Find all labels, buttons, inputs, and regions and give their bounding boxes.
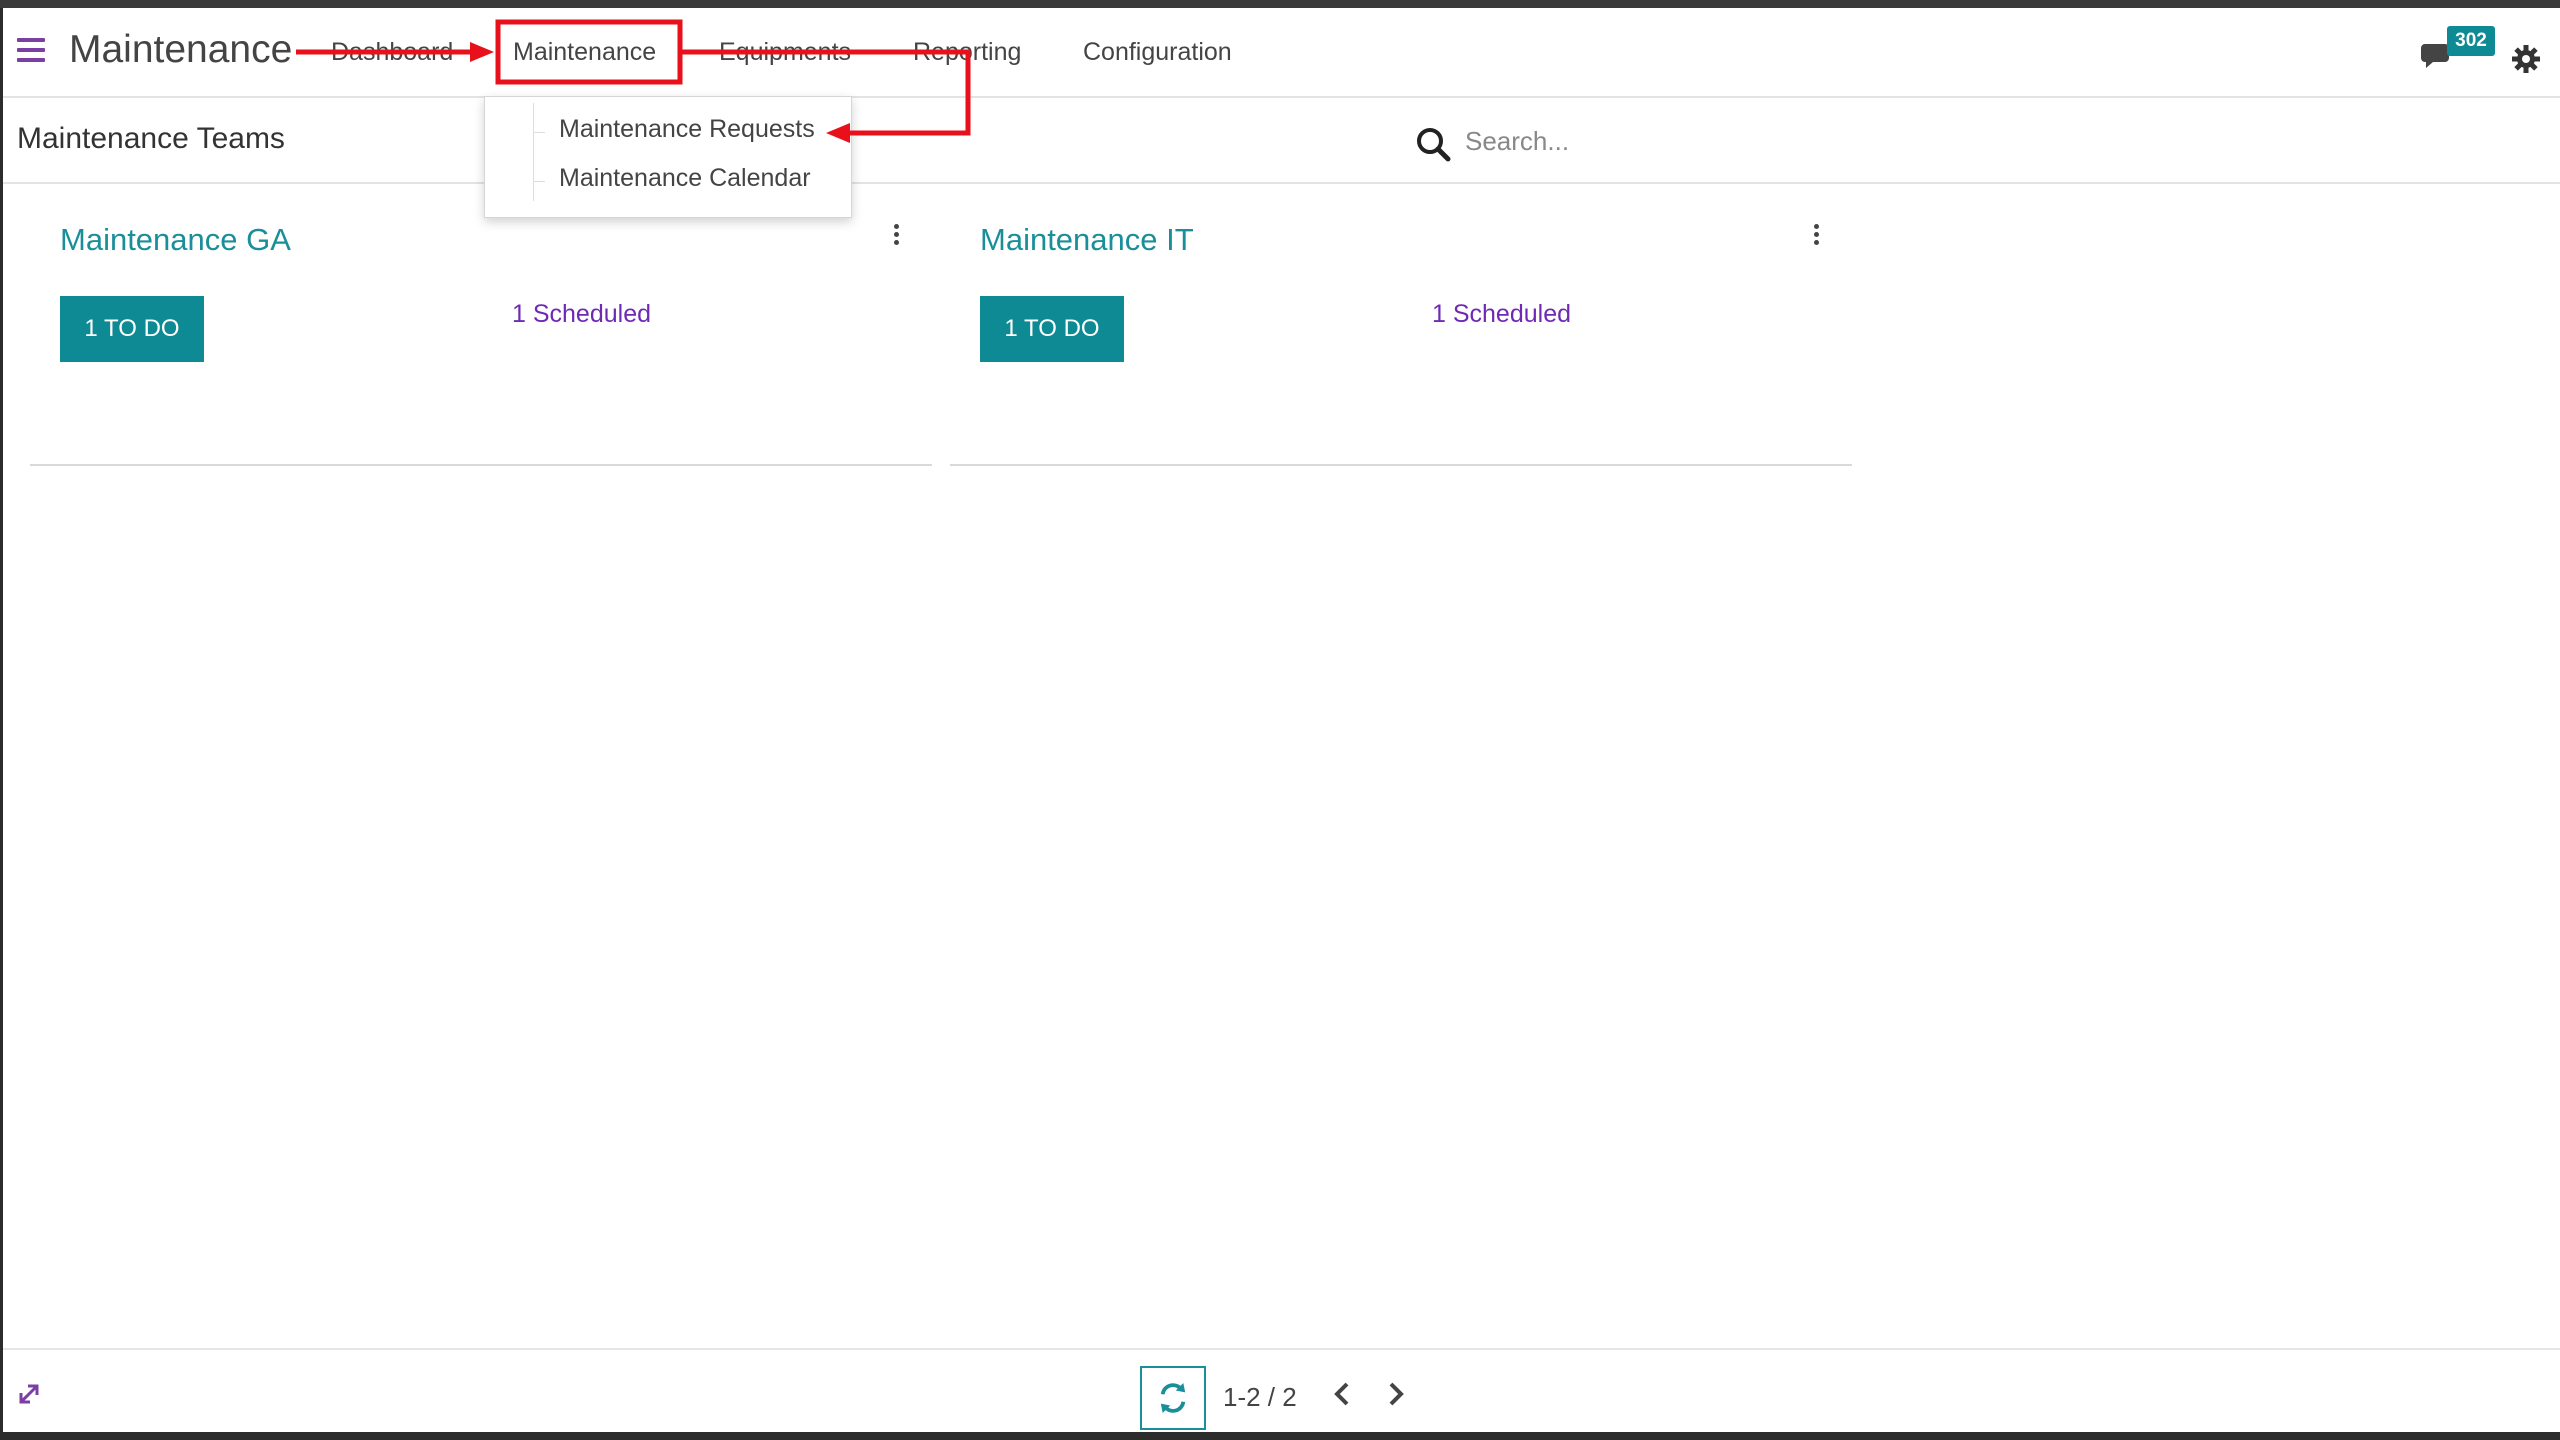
menu-item-maintenance-requests[interactable]: Maintenance Requests <box>559 115 815 144</box>
nav-equipments[interactable]: Equipments <box>719 38 851 67</box>
nav-configuration[interactable]: Configuration <box>1083 38 1232 67</box>
gear-icon[interactable] <box>2511 44 2541 74</box>
main-navbar: Maintenance Dashboard Maintenance Equipm… <box>3 8 2560 98</box>
footer-bar: 1-2 / 2 <box>3 1348 2560 1432</box>
window-top-edge <box>0 0 2560 8</box>
kebab-menu-icon[interactable] <box>888 224 904 250</box>
team-card-maintenance-it: Maintenance IT 1 TO DO 1 Scheduled <box>950 200 1852 466</box>
window-left-edge <box>0 8 3 1432</box>
team-card-maintenance-ga: Maintenance GA 1 TO DO 1 Scheduled <box>30 200 932 466</box>
chevron-left-icon[interactable] <box>1331 1380 1355 1408</box>
scheduled-link[interactable]: 1 Scheduled <box>512 300 651 329</box>
menu-item-maintenance-calendar[interactable]: Maintenance Calendar <box>559 164 811 193</box>
breadcrumb: Maintenance Teams <box>17 122 285 155</box>
messages-badge: 302 <box>2447 26 2495 56</box>
search-icon[interactable] <box>1415 126 1451 162</box>
nav-dashboard[interactable]: Dashboard <box>331 38 453 67</box>
team-name[interactable]: Maintenance GA <box>60 222 291 258</box>
hamburger-icon[interactable] <box>17 38 45 62</box>
refresh-icon <box>1160 1383 1186 1413</box>
nav-reporting[interactable]: Reporting <box>913 38 1021 67</box>
window-bottom-edge <box>0 1432 2560 1440</box>
expand-icon[interactable] <box>15 1380 43 1408</box>
refresh-button[interactable] <box>1140 1366 1206 1430</box>
scheduled-link[interactable]: 1 Scheduled <box>1432 300 1571 329</box>
pager-value[interactable]: 1-2 / 2 <box>1223 1382 1297 1413</box>
team-name[interactable]: Maintenance IT <box>980 222 1194 258</box>
search-input[interactable] <box>1465 116 2545 166</box>
maintenance-dropdown-menu: Maintenance Requests Maintenance Calenda… <box>484 96 852 218</box>
app-title: Maintenance <box>69 28 293 71</box>
todo-button[interactable]: 1 TO DO <box>980 296 1124 362</box>
control-panel: Maintenance Teams <box>3 98 2560 184</box>
kebab-menu-icon[interactable] <box>1808 224 1824 250</box>
chevron-right-icon[interactable] <box>1383 1380 1407 1408</box>
nav-maintenance[interactable]: Maintenance <box>513 38 656 67</box>
todo-button[interactable]: 1 TO DO <box>60 296 204 362</box>
